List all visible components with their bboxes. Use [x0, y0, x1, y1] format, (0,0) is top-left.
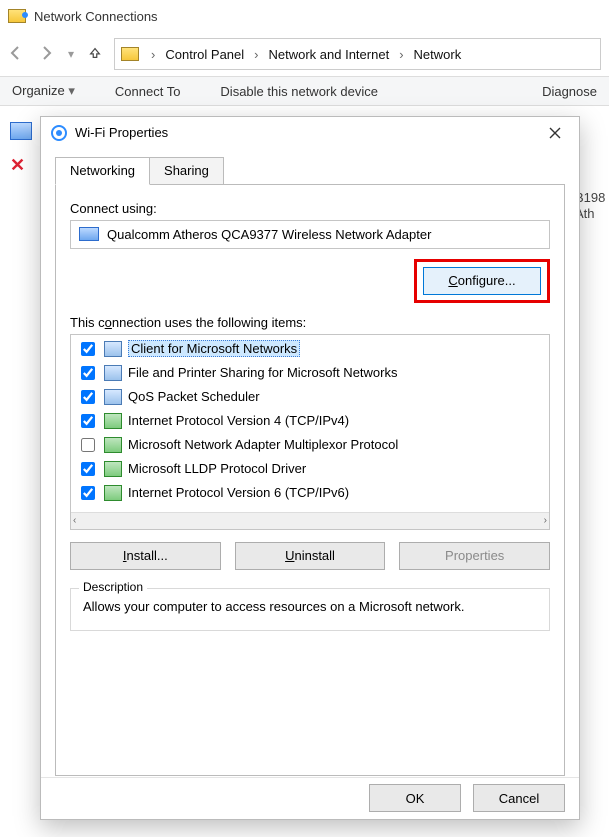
item-checkbox[interactable]	[81, 414, 95, 428]
networking-tab-pane: Connect using: Qualcomm Atheros QCA9377 …	[55, 184, 565, 776]
connection-items-list[interactable]: Client for Microsoft Networks File and Pr…	[71, 335, 549, 512]
uninstall-button[interactable]: Uninstall	[235, 542, 386, 570]
connection-item-row[interactable]: Microsoft Network Adapter Multiplexor Pr…	[71, 433, 549, 457]
adapter-name: Qualcomm Atheros QCA9377 Wireless Networ…	[107, 227, 431, 242]
window-titlebar: Network Connections	[0, 0, 609, 32]
item-checkbox[interactable]	[81, 342, 95, 356]
scroll-right-icon[interactable]: ›	[544, 515, 547, 526]
monitor-icon	[104, 341, 122, 357]
description-legend: Description	[79, 580, 147, 594]
connection-item-row[interactable]: Client for Microsoft Networks	[71, 337, 549, 361]
recent-dropdown-icon[interactable]: ▾	[68, 47, 74, 61]
ethernet-icon	[10, 122, 32, 140]
dialog-titlebar: Wi-Fi Properties	[41, 117, 579, 149]
organize-menu[interactable]: Organize	[12, 83, 75, 99]
forward-button[interactable]	[38, 45, 54, 64]
dialog-title: Wi-Fi Properties	[75, 125, 168, 140]
item-checkbox[interactable]	[81, 438, 95, 452]
wifi-properties-dialog: Wi-Fi Properties Networking Sharing Conn…	[40, 116, 580, 820]
install-button[interactable]: Install...	[70, 542, 221, 570]
item-checkbox[interactable]	[81, 366, 95, 380]
network-connections-icon	[8, 9, 26, 23]
ok-button[interactable]: OK	[369, 784, 461, 812]
horizontal-scrollbar[interactable]: ‹ ›	[71, 512, 549, 529]
description-text: Allows your computer to access resources…	[83, 599, 537, 614]
disabled-x-icon: ✕	[10, 155, 25, 176]
window-title: Network Connections	[34, 9, 158, 24]
network-protocol-icon	[104, 413, 122, 429]
address-bar-row: ▾ › Control Panel › Network and Internet…	[0, 32, 609, 76]
chevron-right-icon: ›	[147, 47, 159, 62]
connection-item-row[interactable]: File and Printer Sharing for Microsoft N…	[71, 361, 549, 385]
connection-item-row[interactable]: Internet Protocol Version 6 (TCP/IPv6)	[71, 481, 549, 505]
breadcrumb-item[interactable]: Network and Internet	[267, 47, 392, 62]
breadcrumb-bar[interactable]: › Control Panel › Network and Internet ›…	[114, 38, 601, 70]
item-checkbox[interactable]	[81, 486, 95, 500]
connect-to-button[interactable]: Connect To	[115, 84, 181, 99]
network-protocol-icon	[104, 485, 122, 501]
properties-button[interactable]: Properties	[399, 542, 550, 570]
item-label: Internet Protocol Version 4 (TCP/IPv4)	[128, 413, 349, 428]
item-label: Microsoft LLDP Protocol Driver	[128, 461, 306, 476]
adapter-box: Qualcomm Atheros QCA9377 Wireless Networ…	[70, 220, 550, 249]
monitor-icon	[104, 389, 122, 405]
disable-device-button[interactable]: Disable this network device	[220, 84, 378, 99]
command-bar: Organize Connect To Disable this network…	[0, 76, 609, 106]
item-label: Microsoft Network Adapter Multiplexor Pr…	[128, 437, 398, 452]
configure-button[interactable]: Configure...	[423, 267, 541, 295]
back-button[interactable]	[8, 45, 24, 64]
breadcrumb-item[interactable]: Control Panel	[163, 47, 246, 62]
tutorial-highlight: Configure...	[414, 259, 550, 303]
partial-connection-text: B198 Ath	[575, 190, 609, 222]
connection-item-row[interactable]: Microsoft LLDP Protocol Driver	[71, 457, 549, 481]
connection-items-box: Client for Microsoft Networks File and Pr…	[70, 334, 550, 530]
item-label: Client for Microsoft Networks	[128, 340, 300, 357]
breadcrumb-item[interactable]: Network	[412, 47, 464, 62]
cancel-button[interactable]: Cancel	[473, 784, 565, 812]
item-label: File and Printer Sharing for Microsoft N…	[128, 365, 397, 380]
wifi-icon	[51, 125, 67, 141]
up-button[interactable]	[88, 46, 102, 63]
tab-strip: Networking Sharing	[55, 155, 565, 185]
folder-icon	[121, 47, 139, 61]
tab-networking[interactable]: Networking	[55, 157, 150, 185]
connection-item-row[interactable]: Internet Protocol Version 4 (TCP/IPv4)	[71, 409, 549, 433]
item-checkbox[interactable]	[81, 390, 95, 404]
tab-sharing[interactable]: Sharing	[149, 157, 224, 185]
close-button[interactable]	[541, 119, 569, 147]
item-label: QoS Packet Scheduler	[128, 389, 260, 404]
items-label: This connection uses the following items…	[70, 315, 550, 330]
monitor-icon	[104, 365, 122, 381]
scroll-left-icon[interactable]: ‹	[73, 515, 76, 526]
item-checkbox[interactable]	[81, 462, 95, 476]
item-label: Internet Protocol Version 6 (TCP/IPv6)	[128, 485, 349, 500]
connect-using-label: Connect using:	[70, 201, 550, 216]
connection-item-row[interactable]: QoS Packet Scheduler	[71, 385, 549, 409]
chevron-right-icon: ›	[250, 47, 262, 62]
chevron-right-icon: ›	[395, 47, 407, 62]
dialog-footer: OK Cancel	[41, 777, 579, 819]
diagnose-button[interactable]: Diagnose	[542, 84, 597, 99]
network-protocol-icon	[104, 461, 122, 477]
description-frame: Description Allows your computer to acce…	[70, 588, 550, 631]
network-protocol-icon	[104, 437, 122, 453]
adapter-icon	[79, 227, 99, 241]
